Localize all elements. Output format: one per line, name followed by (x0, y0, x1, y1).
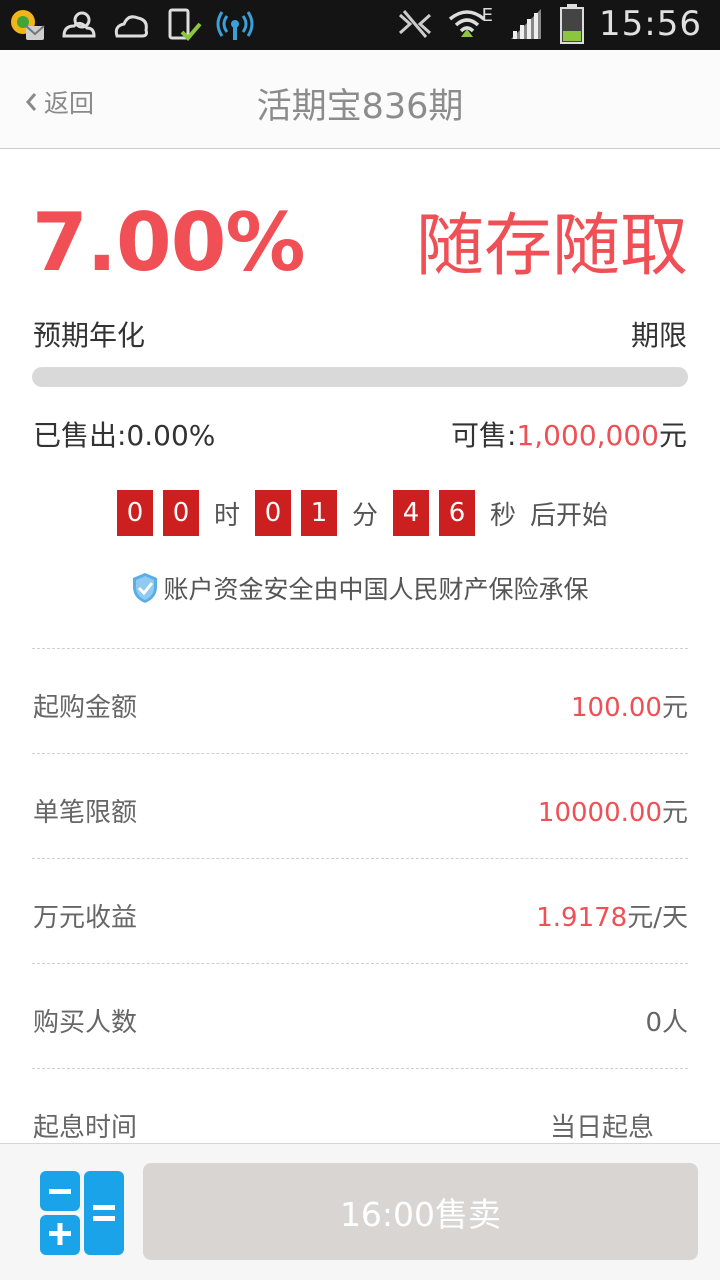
sold-percentage: 已售出:0.00% (33, 419, 216, 452)
signal-broadcast-icon (216, 11, 254, 40)
detail-label: 购买人数 (33, 1008, 138, 1038)
countdown-digit: 0 (116, 490, 153, 536)
countdown-digit: 0 (162, 490, 199, 536)
countdown-digit: 6 (439, 490, 475, 536)
security-note: 账户资金安全由中国人民财产保险承保 (0, 570, 720, 606)
term-value: 随存随取 (415, 207, 688, 286)
detail-row-single-limit: 单笔限额 10000.00元 (32, 753, 688, 858)
wifi-icon (448, 10, 485, 37)
title-bar: 返回 活期宝836期 (0, 50, 720, 149)
detail-row-buyer-count: 购买人数 0人 (32, 963, 688, 1068)
available-unit: 元 (658, 419, 687, 452)
shield-check-icon (133, 573, 158, 603)
countdown-digit: 1 (300, 490, 337, 536)
calculator-icon[interactable] (40, 1171, 124, 1255)
detail-value: 1.9178元/天 (536, 897, 688, 934)
detail-label: 起购金额 (33, 693, 138, 723)
detail-unit: 元 (661, 693, 688, 723)
detail-label: 万元收益 (33, 903, 138, 933)
detail-unit: 元/天 (627, 903, 688, 933)
detail-value: 当日起息 (549, 1113, 654, 1143)
detail-list: 起购金额 100.00元 单笔限额 10000.00元 万元收益 1.9178元… (32, 648, 688, 1173)
detail-value: 10000.00元 (538, 792, 688, 829)
detail-value: 0人 (645, 1008, 688, 1038)
network-type-label: E (481, 4, 494, 26)
countdown-timer: 0 0 时 0 1 分 4 6 秒 后开始 (0, 490, 720, 536)
countdown-unit: 秒 (490, 500, 517, 531)
detail-label: 起息时间 (33, 1113, 138, 1143)
detail-row-min-purchase: 起购金额 100.00元 (32, 648, 688, 753)
available-value: 1,000,000 (516, 419, 659, 452)
available-amount: 可售:1,000,000元 (451, 414, 687, 454)
countdown-unit: 时 (213, 500, 240, 531)
sim-check-icon (168, 8, 202, 41)
countdown-digit: 0 (254, 490, 291, 536)
detail-label: 单笔限额 (33, 798, 138, 828)
countdown-unit: 分 (351, 500, 378, 531)
term-label: 期限 (630, 319, 687, 352)
detail-amount: 1.9178 (536, 903, 628, 933)
sold-progress-bar (32, 367, 688, 387)
detail-amount: 100.00 (571, 693, 662, 723)
clock-time: 15:56 (599, 4, 702, 44)
detail-amount: 10000.00 (537, 798, 662, 828)
detail-unit: 元 (661, 798, 688, 828)
bottom-action-bar: 16:00售卖 (0, 1143, 720, 1280)
weather-sunny-icon (62, 11, 96, 38)
notification-icon (11, 10, 45, 40)
detail-row-daily-yield: 万元收益 1.9178元/天 (32, 858, 688, 963)
nfc-icon (398, 10, 431, 38)
battery-icon (560, 4, 585, 44)
buy-button[interactable]: 16:00售卖 (143, 1163, 698, 1260)
cell-signal-icon (511, 9, 542, 39)
weather-cloud-icon (114, 15, 148, 38)
rate-label: 预期年化 (33, 319, 146, 352)
detail-value: 100.00元 (571, 687, 688, 724)
countdown-digit: 4 (393, 490, 429, 536)
status-bar: E 15:56 (0, 0, 720, 50)
available-prefix: 可售: (451, 419, 517, 452)
page-title: 活期宝836期 (256, 87, 464, 127)
security-text: 账户资金安全由中国人民财产保险承保 (163, 575, 589, 604)
countdown-suffix: 后开始 (530, 500, 609, 531)
expected-rate: 7.00% (32, 196, 306, 289)
